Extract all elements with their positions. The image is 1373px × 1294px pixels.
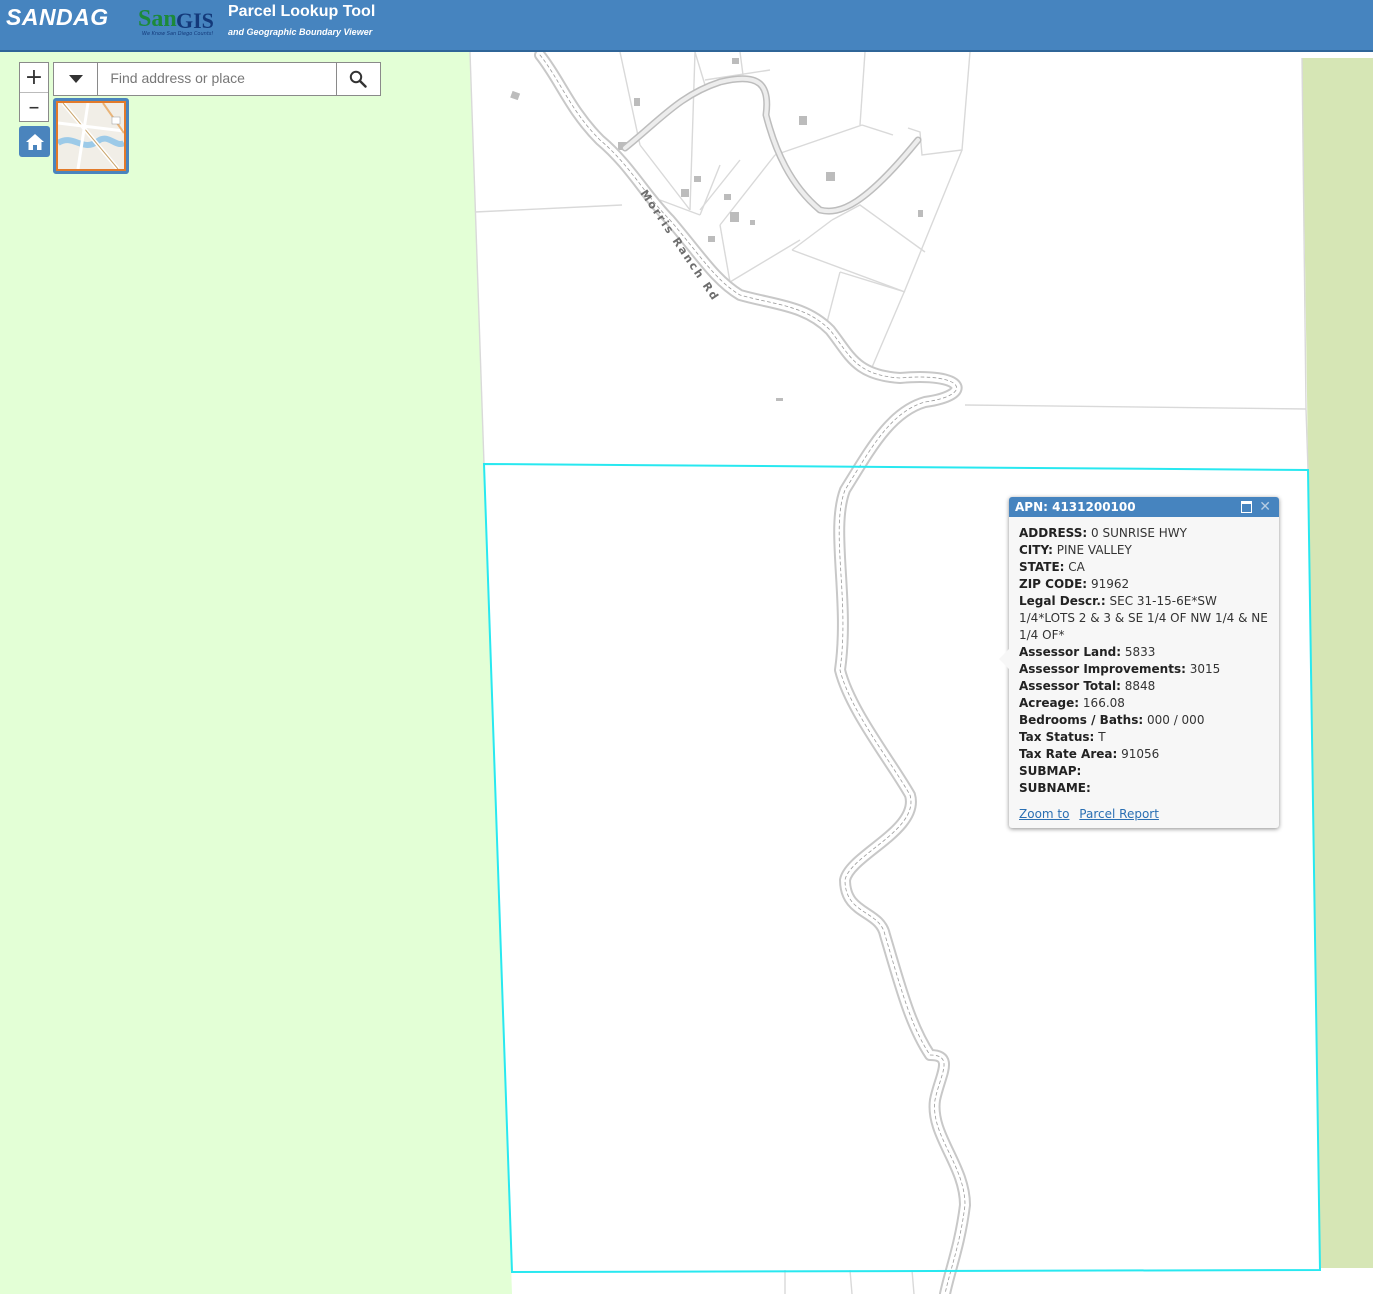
popup-field-subname: SUBNAME:	[1019, 781, 1091, 795]
popup-field-legal-descr: Legal Descr.: SEC 31-15-6E*SW 1/4*LOTS 2…	[1019, 594, 1268, 642]
popup-field-city: CITY: PINE VALLEY	[1019, 543, 1132, 557]
popup-title-text: APN: 4131200100	[1015, 500, 1136, 514]
open-space-right	[1302, 58, 1373, 1268]
parcel-popup: APN: 4131200100 ✕ ADDRESS: 0 SUNRISE HWY…	[999, 497, 1279, 828]
popup-field-submap: SUBMAP:	[1019, 764, 1082, 778]
search-icon	[350, 70, 368, 88]
sangis-logo-san: San	[138, 6, 177, 32]
popup-field-tax-status: Tax Status: T	[1019, 730, 1106, 744]
open-space-left	[0, 52, 512, 1294]
popup-field-assessor-total: Assessor Total: 8848	[1019, 679, 1156, 693]
popup-field-zip: ZIP CODE: 91962	[1019, 577, 1130, 591]
morris-ranch-road	[534, 52, 971, 1294]
sangis-tagline: We Know San Diego Counts!	[142, 31, 214, 37]
maximize-icon[interactable]	[1241, 501, 1252, 513]
popup-title: APN: 4131200100 ✕	[1009, 497, 1279, 517]
zoom-to-link[interactable]: Zoom to	[1019, 807, 1069, 821]
zoom-control: + –	[19, 62, 49, 122]
app-subtitle: and Geographic Boundary Viewer	[228, 27, 373, 37]
popup-field-address: ADDRESS: 0 SUNRISE HWY	[1019, 526, 1187, 540]
zoom-in-button[interactable]: +	[20, 63, 48, 92]
popup-field-acreage: Acreage: 166.08	[1019, 696, 1125, 710]
sandag-logo: SANDAG	[6, 4, 109, 30]
basemap-thumbnail	[56, 101, 126, 171]
popup-field-assessor-improvements: Assessor Improvements: 3015	[1019, 662, 1221, 676]
street-label-morris-ranch-rd: Morris Ranch Rd	[638, 187, 722, 303]
popup-field-assessor-land: Assessor Land: 5833	[1019, 645, 1156, 659]
app-title: Parcel Lookup Tool	[228, 3, 376, 20]
zoom-out-button[interactable]: –	[20, 93, 48, 122]
popup-field-tax-rate-area: Tax Rate Area: 91056	[1019, 747, 1160, 761]
caret-down-icon	[68, 75, 83, 83]
popup-pointer	[999, 649, 1009, 669]
app-header: SANDAG San GIS We Know San Diego Counts!…	[0, 0, 1373, 52]
search-source-dropdown[interactable]	[54, 63, 99, 95]
popup-actions: Zoom to Parcel Report	[1009, 797, 1279, 821]
basemap-toggle-button[interactable]	[53, 98, 129, 174]
popup-field-state: STATE: CA	[1019, 560, 1085, 574]
popup-fields: ADDRESS: 0 SUNRISE HWY CITY: PINE VALLEY…	[1009, 517, 1279, 797]
home-button[interactable]	[19, 126, 50, 157]
search-button[interactable]	[335, 63, 380, 95]
sangis-logo: San GIS We Know San Diego Counts!	[136, 2, 216, 40]
search-widget	[53, 62, 381, 96]
search-input[interactable]	[98, 63, 336, 93]
basemap-preview-icon	[58, 103, 124, 169]
parcel-report-link[interactable]: Parcel Report	[1079, 807, 1159, 821]
secondary-road	[621, 75, 922, 215]
close-icon[interactable]: ✕	[1259, 497, 1271, 517]
home-icon	[25, 133, 44, 150]
popup-field-bedrooms-baths: Bedrooms / Baths: 000 / 000	[1019, 713, 1205, 727]
